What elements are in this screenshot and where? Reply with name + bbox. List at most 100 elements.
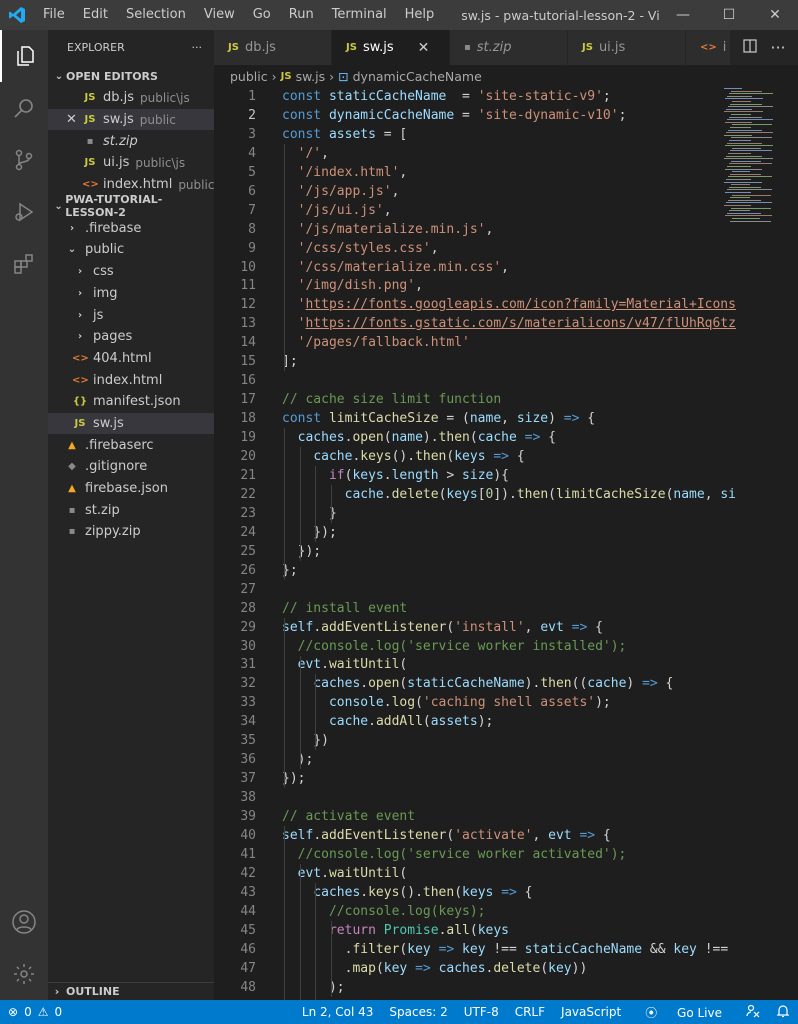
code-line[interactable]: 34 cache.addAll(assets); (214, 712, 798, 731)
code-line[interactable]: 36 ); (214, 750, 798, 769)
open-editor-item[interactable]: JS db.js public\js (48, 87, 214, 109)
code-line[interactable]: 28 // install event (214, 599, 798, 618)
menu-help[interactable]: Help (396, 0, 444, 30)
tree-file[interactable]: <> 404.html (48, 348, 214, 370)
code-line[interactable]: 46 .filter(key => key !== staticCacheNam… (214, 940, 798, 959)
menu-view[interactable]: View (195, 0, 244, 30)
code-line[interactable]: 27 (214, 580, 798, 599)
code-line[interactable]: 6 '/js/app.js', (214, 182, 798, 201)
open-editors-header[interactable]: ⌄ OPEN EDITORS (48, 65, 214, 87)
menu-selection[interactable]: Selection (117, 0, 195, 30)
code-line[interactable]: 31 evt.waitUntil( (214, 656, 798, 675)
minimap[interactable] (724, 88, 784, 238)
minimize-button[interactable]: — (660, 7, 706, 23)
code-line[interactable]: 20 cache.keys().then(keys => { (214, 447, 798, 466)
search-icon[interactable] (0, 82, 48, 134)
code-line[interactable]: 4 '/', (214, 144, 798, 163)
feedback-icon[interactable] (738, 1004, 768, 1021)
open-editor-item[interactable]: <> index.html public (48, 174, 214, 196)
code-line[interactable]: 30 //console.log('service worker install… (214, 637, 798, 656)
code-line[interactable]: 26}; (214, 561, 798, 580)
code-line[interactable]: 8 '/js/materialize.min.js', (214, 220, 798, 239)
code-line[interactable]: 14 '/pages/fallback.html' (214, 333, 798, 352)
line-ending[interactable]: CRLF (507, 1005, 553, 1019)
code-line[interactable]: 45 return Promise.all(keys (214, 921, 798, 940)
code-line[interactable]: 22 cache.delete(keys[0]).then(limitCache… (214, 485, 798, 504)
run-debug-icon[interactable] (0, 186, 48, 238)
explorer-icon[interactable] (0, 30, 48, 82)
menu-go[interactable]: Go (244, 0, 280, 30)
explorer-more-button[interactable]: ··· (192, 41, 203, 54)
tree-file[interactable]: <> index.html (48, 369, 214, 391)
code-line[interactable]: 5 '/index.html', (214, 163, 798, 182)
encoding[interactable]: UTF-8 (456, 1005, 507, 1019)
code-line[interactable]: 17 // cache size limit function (214, 390, 798, 409)
code-line[interactable]: 44 //console.log(keys); (214, 902, 798, 921)
tree-folder[interactable]: › css (48, 261, 214, 283)
tab-db-js[interactable]: JS db.js (214, 30, 332, 65)
language-mode[interactable]: JavaScript (553, 1005, 629, 1019)
breadcrumb-symbol[interactable]: dynamicCacheName (353, 69, 482, 84)
indentation[interactable]: Spaces: 2 (381, 1005, 455, 1019)
code-line[interactable]: 7 '/js/ui.js', (214, 201, 798, 220)
open-editor-item[interactable]: ▪ st.zip (48, 130, 214, 152)
code-line[interactable]: 15]; (214, 352, 798, 371)
tree-folder[interactable]: › .firebase (48, 217, 214, 239)
tree-folder[interactable]: › pages (48, 326, 214, 348)
code-line[interactable]: 9 '/css/styles.css', (214, 239, 798, 258)
outline-header[interactable]: › OUTLINE (48, 982, 214, 1000)
close-icon[interactable]: ✕ (418, 40, 430, 56)
code-line[interactable]: 11 '/img/dish.png', (214, 277, 798, 296)
code-line[interactable]: 41 //console.log('service worker activat… (214, 845, 798, 864)
code-line[interactable]: 47 .map(key => caches.delete(key)) (214, 959, 798, 978)
code-line[interactable]: 38 (214, 788, 798, 807)
tree-folder[interactable]: › img (48, 283, 214, 305)
code-line[interactable]: 35 }) (214, 731, 798, 750)
close-window-button[interactable]: ✕ (752, 7, 798, 23)
code-line[interactable]: 3 const assets = [ (214, 125, 798, 144)
tree-file[interactable]: {} manifest.json (48, 391, 214, 413)
code-line[interactable]: 13 'https://fonts.gstatic.com/s/material… (214, 314, 798, 333)
tab-sw-js[interactable]: JS sw.js ✕ (332, 30, 450, 65)
tree-file[interactable]: ◆ .gitignore (48, 456, 214, 478)
tree-file[interactable]: JS sw.js (48, 412, 214, 435)
extensions-icon[interactable] (0, 238, 48, 290)
problems-indicator[interactable]: ⊗ 0 ⚠ 0 (0, 1005, 62, 1019)
code-line[interactable]: 1 const staticCacheName = 'site-static-v9… (214, 87, 798, 106)
menu-file[interactable]: File (34, 0, 74, 30)
settings-gear-icon[interactable] (0, 948, 48, 1000)
code-line[interactable]: 18 const limitCacheSize = (name, size) =>… (214, 409, 798, 428)
cursor-position[interactable]: Ln 2, Col 43 (294, 1005, 382, 1019)
split-editor-icon[interactable] (736, 38, 764, 58)
close-icon[interactable]: ✕ (66, 112, 82, 127)
code-editor[interactable]: 1 const staticCacheName = 'site-static-v9… (214, 87, 798, 1000)
tree-folder[interactable]: › js (48, 304, 214, 326)
code-line[interactable]: 24 }); (214, 523, 798, 542)
tab-ui-js[interactable]: JS ui.js (568, 30, 686, 65)
account-icon[interactable] (0, 896, 48, 948)
open-editor-item[interactable]: JS ui.js public\js (48, 152, 214, 174)
code-line[interactable]: 2 const dynamicCacheName = 'site-dynamic-… (214, 106, 798, 125)
breadcrumb-folder[interactable]: public (230, 69, 268, 84)
code-line[interactable]: 10 '/css/materialize.min.css', (214, 258, 798, 277)
go-live-button[interactable]: ⦿ Go Live (629, 1004, 738, 1021)
code-line[interactable]: 32 caches.open(staticCacheName).then((ca… (214, 674, 798, 693)
tree-folder[interactable]: ⌄ public (48, 239, 214, 261)
code-line[interactable]: 12 'https://fonts.googleapis.com/icon?fa… (214, 295, 798, 314)
code-line[interactable]: 33 console.log('caching shell assets'); (214, 693, 798, 712)
tree-file[interactable]: ▪ st.zip (48, 499, 214, 521)
code-line[interactable]: 21 if(keys.length > size){ (214, 466, 798, 485)
breadcrumb-file[interactable]: sw.js (296, 69, 326, 84)
maximize-button[interactable]: ☐ (706, 7, 752, 23)
tab-st-zip[interactable]: ▪ st.zip (450, 30, 568, 65)
tree-file[interactable]: ▲ firebase.json (48, 478, 214, 500)
code-line[interactable]: 23 } (214, 504, 798, 523)
code-line[interactable]: 39 // activate event (214, 807, 798, 826)
tree-file[interactable]: ▪ zippy.zip (48, 521, 214, 543)
code-line[interactable]: 43 caches.keys().then(keys => { (214, 883, 798, 902)
code-line[interactable]: 19 caches.open(name).then(cache => { (214, 428, 798, 447)
code-line[interactable]: 48 ); (214, 978, 798, 997)
code-line[interactable]: 40 self.addEventListener('activate', evt … (214, 826, 798, 845)
project-folder-header[interactable]: ⌄ PWA-TUTORIAL-LESSON-2 (48, 193, 214, 219)
source-control-icon[interactable] (0, 134, 48, 186)
